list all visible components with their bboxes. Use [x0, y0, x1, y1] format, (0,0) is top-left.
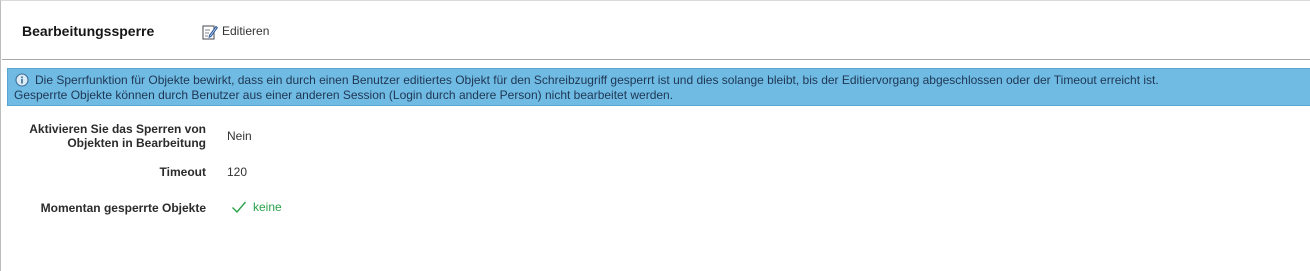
- locking-label-line-2: Objekten in Bearbeitung: [67, 136, 206, 150]
- info-message: Die Sperrfunktion für Objekte bewirkt, d…: [7, 68, 1310, 106]
- info-icon: [15, 73, 29, 87]
- locked-objects-label: Momentan gesperrte Objekte: [40, 201, 206, 215]
- edit-icon: [202, 24, 218, 40]
- info-text-line-2: Gesperrte Objekte können durch Benutzer …: [14, 88, 674, 102]
- page-title: Bearbeitungssperre: [22, 23, 155, 39]
- timeout-value: 120: [227, 165, 248, 179]
- locking-label-line-1: Aktivieren Sie das Sperren von: [29, 122, 206, 136]
- locked-objects-value-text: keine: [253, 200, 282, 214]
- locking-value: Nein: [227, 129, 252, 143]
- check-icon: [232, 201, 247, 214]
- edit-button[interactable]: Editieren: [201, 22, 269, 40]
- info-text-line-1: Die Sperrfunktion für Objekte bewirkt, d…: [35, 73, 1159, 87]
- timeout-label: Timeout: [159, 165, 206, 179]
- panel-header: Bearbeitungssperre Editieren: [2, 1, 1310, 60]
- edit-button-label: Editieren: [222, 24, 270, 38]
- locked-objects-value: keine: [231, 200, 282, 214]
- settings-panel: Bearbeitungssperre Editieren Die Sperrfu…: [0, 0, 1310, 271]
- locking-label: Aktivieren Sie das Sperren von Objekten …: [29, 122, 206, 150]
